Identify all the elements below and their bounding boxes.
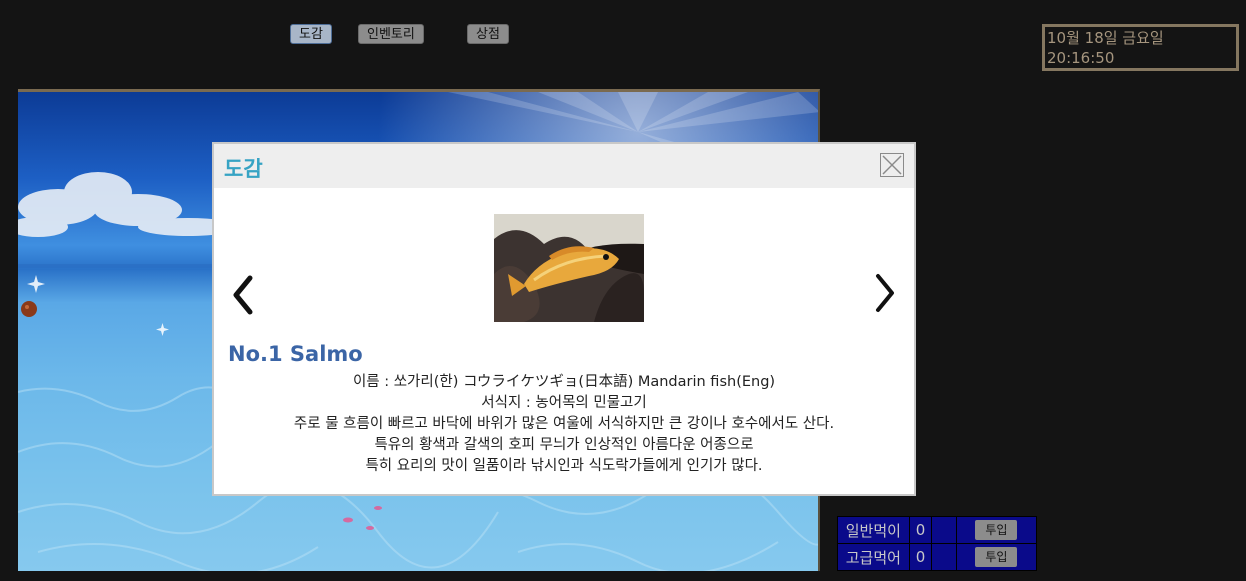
clock: 10월 18일 금요일 20:16:50 (1042, 24, 1239, 71)
feed-premium-button[interactable]: 투입 (975, 547, 1018, 567)
sparkle-icons (27, 275, 169, 336)
fish-desc-line: 특히 요리의 맛이 일품이라 낚시인과 식도락가들에게 인기가 많다. (365, 458, 763, 474)
modal-header: 도감 (214, 144, 914, 188)
food-label: 일반먹이 (837, 516, 910, 544)
food-label: 고급먹어 (837, 543, 910, 571)
food-count: 0 (908, 543, 933, 571)
chevron-left-icon[interactable] (228, 274, 258, 316)
feed-normal-button[interactable]: 투입 (975, 520, 1018, 540)
encyclopedia-modal: 도감 No.1 Salmo 이름: 쏘가리(한) コウライケツギョ(日本語) … (212, 142, 916, 496)
food-row: 고급먹어 0 투입 (837, 543, 1038, 571)
food-row: 일반먹이 0 투입 (837, 516, 1038, 544)
fish-description: 이름 : 쏘가리(한) コウライケツギョ(日本語) Mandarin fish(… (214, 372, 914, 477)
small-fish-icons (343, 506, 382, 530)
clock-date: 10월 18일 금요일 (1047, 29, 1164, 47)
aquarium-page: 도감 인벤토리 상점 10월 18일 금요일 20:16:50 일반먹이 0 투… (0, 0, 1246, 581)
fish-desc-line: 서식지 : 농어목의 민물고기 (481, 395, 647, 411)
chevron-right-icon[interactable] (870, 272, 900, 314)
encyclopedia-button[interactable]: 도감 (290, 24, 332, 44)
food-count: 0 (908, 516, 933, 544)
close-icon[interactable] (880, 153, 904, 177)
modal-title: 도감 (224, 157, 263, 181)
fish-desc-line: 특유의 황색과 갈색의 호피 무늬가 인상적인 아름다운 어종으로 (374, 437, 754, 453)
food-pellet-icon (21, 301, 37, 317)
fish-photo (494, 214, 644, 322)
food-counter: 일반먹이 0 투입 고급먹어 0 투입 (837, 516, 1038, 571)
fish-desc-line: 이름 : 쏘가리(한) コウライケツギョ(日本語) Mandarin fish(… (352, 374, 776, 390)
shop-button[interactable]: 상점 (467, 24, 509, 44)
fish-desc-line: 주로 물 흐름이 빠르고 바닥에 바위가 많은 여울에 서식하지만 큰 강이나 … (293, 416, 835, 432)
inventory-button[interactable]: 인벤토리 (358, 24, 424, 44)
clock-time: 20:16:50 (1047, 49, 1115, 67)
fish-name: No.1 Salmo (228, 342, 363, 366)
